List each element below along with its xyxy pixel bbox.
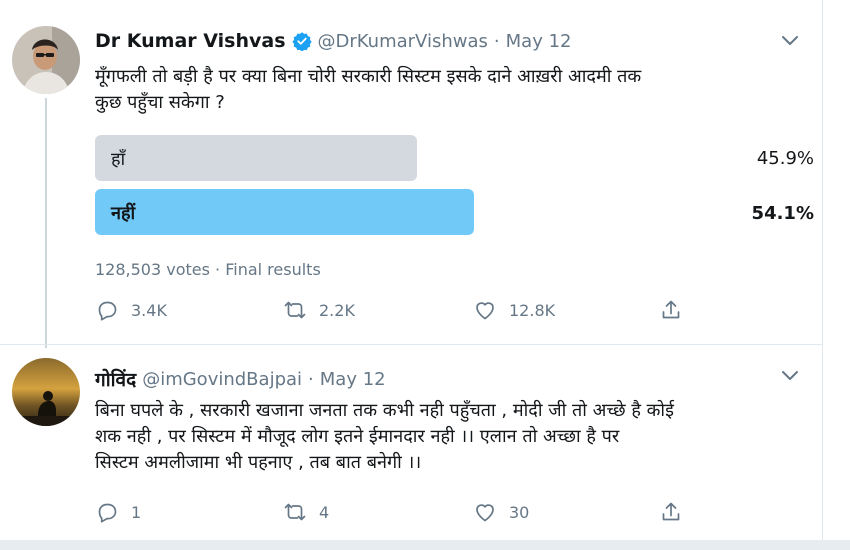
verified-icon [291, 32, 312, 51]
share-button[interactable] [659, 298, 683, 322]
reply-icon [98, 301, 117, 321]
retweet-icon [284, 503, 306, 521]
reply-count: 1 [131, 502, 142, 522]
avatar[interactable] [12, 26, 80, 94]
tweet-date[interactable]: May 12 [506, 31, 572, 52]
separator-dot: · [493, 30, 500, 52]
tweet-text-line: मूँगफली तो बड़ी है पर क्या बिना चोरी सरक… [95, 66, 642, 87]
author-handle[interactable]: @imGovindBajpai [142, 369, 302, 390]
share-button[interactable] [659, 500, 683, 524]
retweet-button[interactable]: 2.2K [283, 298, 355, 322]
chevron-down-icon[interactable] [781, 370, 799, 382]
reply-icon [98, 503, 117, 523]
retweet-button[interactable]: 4 [283, 500, 329, 524]
tweet-text-line: शक नही , पर सिस्टम में मौजूद लोग इतने ईम… [95, 426, 620, 447]
tweet-text: मूँगफली तो बड़ी है पर क्या बिना चोरी सरक… [95, 64, 795, 116]
reply-button[interactable]: 1 [95, 500, 141, 524]
tweet-header: गोविंद @imGovindBajpai · May 12 [95, 366, 386, 392]
share-icon [662, 502, 680, 521]
poll-option-label: हाँ [111, 149, 126, 170]
tweet-text-line: सिस्टम अमलीजामा भी पहनाए , तब बात बनेगी … [95, 452, 422, 473]
reply-button[interactable]: 3.4K [95, 298, 167, 322]
tweet-text: बिना घपले के , सरकारी खजाना जनता तक कभी … [95, 398, 795, 476]
share-icon [662, 300, 680, 319]
tweet-actions: 3.4K 2.2K 12.8K [95, 298, 695, 328]
tweet-actions: 1 4 30 [95, 500, 695, 530]
poll-option-label-leading: नहीं [111, 203, 136, 224]
author-name[interactable]: गोविंद [95, 366, 136, 392]
retweet-count: 2.2K [319, 300, 355, 320]
author-handle[interactable]: @DrKumarVishwas [318, 31, 488, 52]
timeline-divider [0, 540, 850, 550]
tweet-text-line: बिना घपले के , सरकारी खजाना जनता तक कभी … [95, 400, 674, 421]
tweet-text-line: कुछ पहुँचा सकेगा ? [95, 92, 225, 113]
poll-option-bar [95, 135, 417, 181]
like-button[interactable]: 12.8K [473, 298, 555, 322]
reply-count: 3.4K [131, 300, 167, 320]
separator-dot: · [308, 368, 314, 390]
like-icon [476, 504, 494, 522]
chevron-down-icon[interactable] [781, 35, 799, 47]
poll-option-percent-leading: 54.1% [751, 203, 814, 224]
like-icon [476, 302, 494, 320]
avatar[interactable] [12, 358, 80, 426]
tweet-date[interactable]: May 12 [320, 369, 386, 390]
author-name[interactable]: Dr Kumar Vishvas [95, 30, 286, 52]
retweet-icon [284, 301, 306, 319]
poll-option-percent: 45.9% [756, 148, 814, 169]
like-button[interactable]: 30 [473, 500, 529, 524]
thread-connector [45, 98, 47, 348]
retweet-count: 4 [319, 502, 330, 522]
poll-results-meta: 128,503 votes · Final results [95, 260, 321, 279]
timeline-border [822, 0, 823, 550]
tweet-header: Dr Kumar Vishvas @DrKumarVishwas · May 1… [95, 30, 571, 52]
poll-option-bar-leading [95, 189, 474, 235]
like-count: 30 [509, 502, 530, 522]
like-count: 12.8K [509, 300, 556, 320]
